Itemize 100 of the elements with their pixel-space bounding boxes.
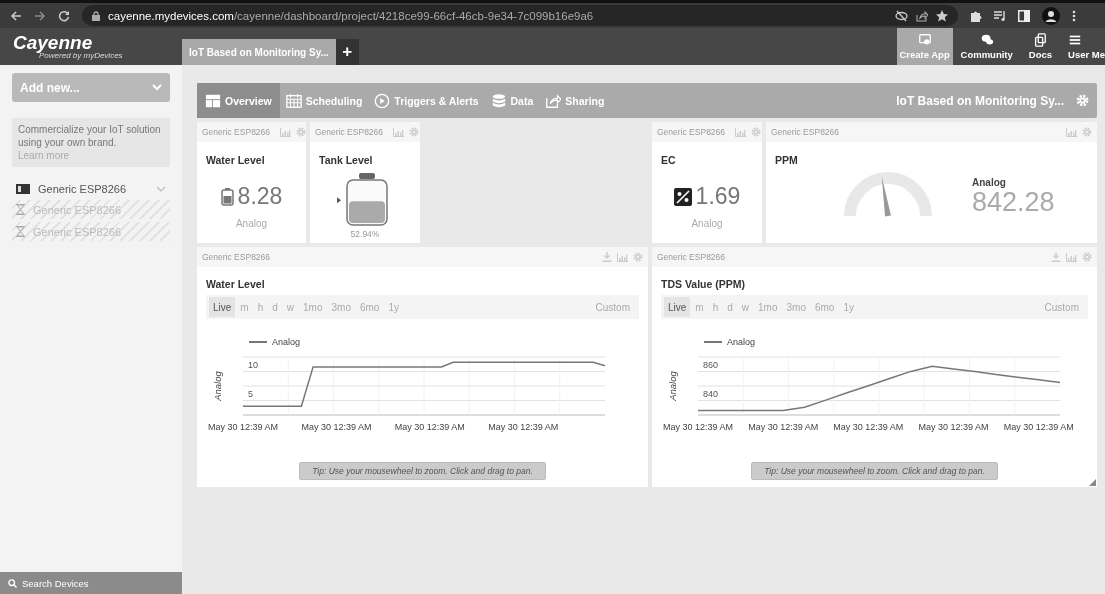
tick-label: 5: [248, 389, 253, 399]
zoom-tip: Tip: Use your mousewheel to zoom. Click and drag to pan.: [299, 462, 546, 480]
custom-range-button[interactable]: Custom: [591, 297, 636, 317]
range-option[interactable]: h: [708, 297, 723, 317]
legend-line-icon: [249, 341, 267, 343]
battery-icon: [220, 187, 234, 206]
chart-icon[interactable]: [393, 127, 405, 137]
range-option[interactable]: d: [723, 297, 737, 317]
range-option[interactable]: Live: [664, 297, 691, 317]
header-button[interactable]: User Me: [1060, 28, 1105, 65]
tick-label: May 30 12:39 AM: [301, 422, 372, 432]
gear-icon[interactable]: [409, 127, 420, 137]
range-option[interactable]: 1mo: [754, 297, 782, 317]
range-option[interactable]: 1mo: [299, 297, 327, 317]
back-arrow-icon[interactable]: [10, 9, 22, 22]
tick-label: 860: [703, 360, 719, 370]
learn-more-link[interactable]: Learn more: [18, 150, 70, 161]
dashboard-icon: [205, 92, 221, 109]
gear-icon[interactable]: [633, 252, 643, 262]
gauge-caption: Analog: [972, 177, 1007, 188]
play-circle-icon: [374, 92, 391, 109]
chart-icon[interactable]: [735, 127, 747, 137]
playlist-icon[interactable]: [994, 9, 1006, 22]
create-app-icon: [917, 33, 932, 47]
add-new-dropdown[interactable]: Add new...: [12, 73, 170, 102]
more-icon[interactable]: [1072, 9, 1076, 22]
tick-label: May 30 12:39 AM: [394, 422, 465, 432]
side-panel-icon[interactable]: [1018, 9, 1030, 22]
chart-icon[interactable]: [1066, 127, 1077, 137]
range-option[interactable]: 6mo: [355, 297, 384, 317]
calendar-icon: [285, 92, 302, 109]
range-option[interactable]: m: [236, 297, 253, 317]
tick-label: May 30 12:39 AM: [748, 422, 819, 432]
settings-icon[interactable]: [1076, 94, 1089, 107]
widget-title: Water Level: [206, 154, 266, 166]
header-button[interactable]: Docs: [1020, 28, 1061, 65]
range-option[interactable]: 3mo: [782, 297, 810, 317]
gauge-value: 842.28: [972, 188, 1055, 216]
tick-label: 840: [703, 389, 719, 399]
range-option[interactable]: d: [268, 297, 282, 317]
gear-icon[interactable]: [1082, 127, 1092, 137]
toolbar-tab[interactable]: Sharing: [539, 83, 611, 118]
puzzle-icon[interactable]: [970, 9, 982, 22]
hourglass-icon: [16, 204, 25, 215]
chart-legend: Analog: [249, 337, 648, 347]
custom-range-button[interactable]: Custom: [1040, 297, 1085, 317]
header-button[interactable]: Community: [952, 28, 1021, 65]
eye-slash-icon[interactable]: [895, 9, 908, 22]
legend-line-icon: [704, 341, 722, 343]
share-icon[interactable]: [916, 9, 928, 22]
download-icon[interactable]: [1051, 252, 1061, 262]
toolbar-tab[interactable]: Triggers & Alerts: [368, 83, 485, 118]
tick-label: May 30 12:39 AM: [208, 422, 278, 432]
avatar-icon[interactable]: [1042, 6, 1060, 25]
tick-label: May 30 12:39 AM: [918, 422, 989, 432]
project-title: IoT Based on Monitoring Sy...: [896, 93, 1064, 108]
chart-icon[interactable]: [280, 127, 292, 137]
menu-icon: [1068, 33, 1083, 47]
gear-icon[interactable]: [751, 127, 762, 137]
axis-title: Analog: [212, 371, 223, 401]
axis-title: Analog: [667, 371, 678, 401]
toolbar-tab[interactable]: Data: [484, 83, 540, 118]
range-option[interactable]: 1y: [384, 297, 403, 317]
chart-icon[interactable]: [1066, 252, 1077, 262]
gear-icon[interactable]: [296, 127, 307, 137]
range-option[interactable]: 1y: [839, 297, 858, 317]
widget-caption: Analog: [234, 218, 269, 229]
chevron-down-icon: [156, 185, 166, 192]
toolbar-tab[interactable]: Overview: [197, 83, 280, 118]
chart-legend: Analog: [704, 337, 1097, 347]
tick-label: May 30 12:39 AM: [1003, 422, 1074, 432]
toolbar-tab[interactable]: Scheduling: [279, 83, 369, 118]
hourglass-icon: [16, 226, 25, 237]
range-option[interactable]: m: [691, 297, 708, 317]
reload-icon[interactable]: [58, 9, 70, 22]
add-tab-button[interactable]: +: [335, 39, 359, 65]
tick-label: May 30 12:39 AM: [833, 422, 904, 432]
forward-arrow-icon[interactable]: [34, 9, 46, 22]
zoom-tip: Tip: Use your mousewheel to zoom. Click and drag to pan.: [751, 462, 998, 480]
range-option[interactable]: h: [253, 297, 268, 317]
device-item[interactable]: Generic ESP8266: [12, 179, 170, 198]
star-icon[interactable]: [936, 9, 948, 22]
documents-icon: [1033, 33, 1048, 47]
range-option[interactable]: w: [282, 297, 299, 317]
range-option[interactable]: Live: [209, 297, 236, 317]
range-option[interactable]: 3mo: [327, 297, 355, 317]
app-logo[interactable]: Cayenne: [13, 33, 182, 51]
search-devices-bar[interactable]: Search Devices: [0, 572, 182, 594]
chart-title: Water Level: [206, 278, 266, 290]
download-icon[interactable]: [602, 252, 612, 262]
database-icon: [490, 92, 507, 109]
ec-meter-icon: [673, 187, 692, 206]
range-option[interactable]: 6mo: [810, 297, 839, 317]
resize-handle-icon[interactable]: [1089, 479, 1096, 486]
project-tab[interactable]: IoT Based on Monitoring Sy...: [182, 39, 336, 65]
range-option[interactable]: w: [737, 297, 754, 317]
chart-icon[interactable]: [617, 252, 628, 262]
header-button[interactable]: Create App: [896, 28, 953, 65]
device-name: Generic ESP8266: [771, 127, 840, 137]
gear-icon[interactable]: [1082, 252, 1092, 262]
